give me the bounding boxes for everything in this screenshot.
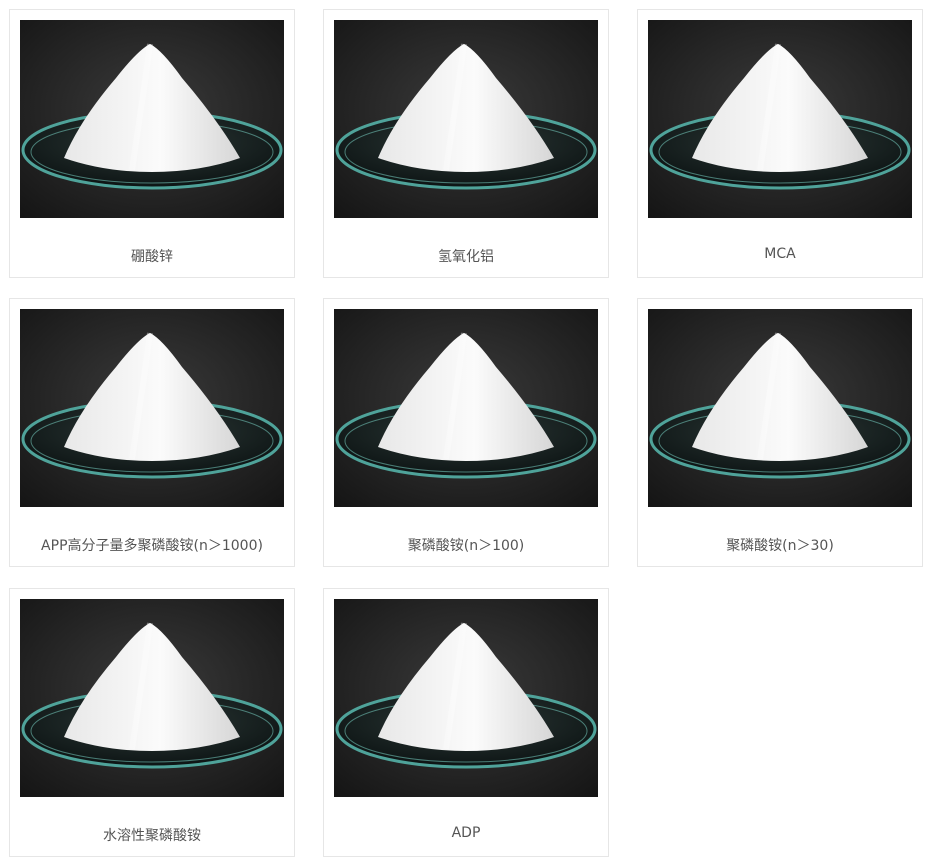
product-card[interactable]: 聚磷酸铵(n＞30) <box>637 298 923 567</box>
product-name[interactable]: 氢氧化铝 <box>324 246 608 266</box>
product-image[interactable] <box>648 309 912 507</box>
product-grid: 硼酸锌 氢氧化铝 MCA APP高分子量多聚磷酸铵(n＞1000) 聚磷酸铵(n… <box>0 0 940 864</box>
powder-pile-image <box>648 20 912 218</box>
product-name[interactable]: 聚磷酸铵(n＞100) <box>324 535 608 555</box>
product-name[interactable]: 聚磷酸铵(n＞30) <box>638 535 922 555</box>
product-card[interactable]: 氢氧化铝 <box>323 9 609 278</box>
product-card[interactable]: 硼酸锌 <box>9 9 295 278</box>
product-image[interactable] <box>334 20 598 218</box>
product-image[interactable] <box>20 309 284 507</box>
product-name[interactable]: MCA <box>638 246 922 262</box>
powder-pile-image <box>648 309 912 507</box>
powder-pile-image <box>334 599 598 797</box>
product-name[interactable]: ADP <box>324 825 608 841</box>
powder-pile-image <box>20 309 284 507</box>
product-card[interactable]: MCA <box>637 9 923 278</box>
product-card[interactable]: APP高分子量多聚磷酸铵(n＞1000) <box>9 298 295 567</box>
product-card[interactable]: 聚磷酸铵(n＞100) <box>323 298 609 567</box>
product-card[interactable]: ADP <box>323 588 609 857</box>
powder-pile-image <box>20 20 284 218</box>
powder-pile-image <box>334 20 598 218</box>
product-image[interactable] <box>20 20 284 218</box>
powder-pile-image <box>334 309 598 507</box>
product-image[interactable] <box>334 599 598 797</box>
product-image[interactable] <box>648 20 912 218</box>
product-name[interactable]: 水溶性聚磷酸铵 <box>10 825 294 845</box>
product-name[interactable]: 硼酸锌 <box>10 246 294 266</box>
product-name[interactable]: APP高分子量多聚磷酸铵(n＞1000) <box>10 535 294 555</box>
powder-pile-image <box>20 599 284 797</box>
product-card[interactable]: 水溶性聚磷酸铵 <box>9 588 295 857</box>
product-image[interactable] <box>20 599 284 797</box>
product-image[interactable] <box>334 309 598 507</box>
